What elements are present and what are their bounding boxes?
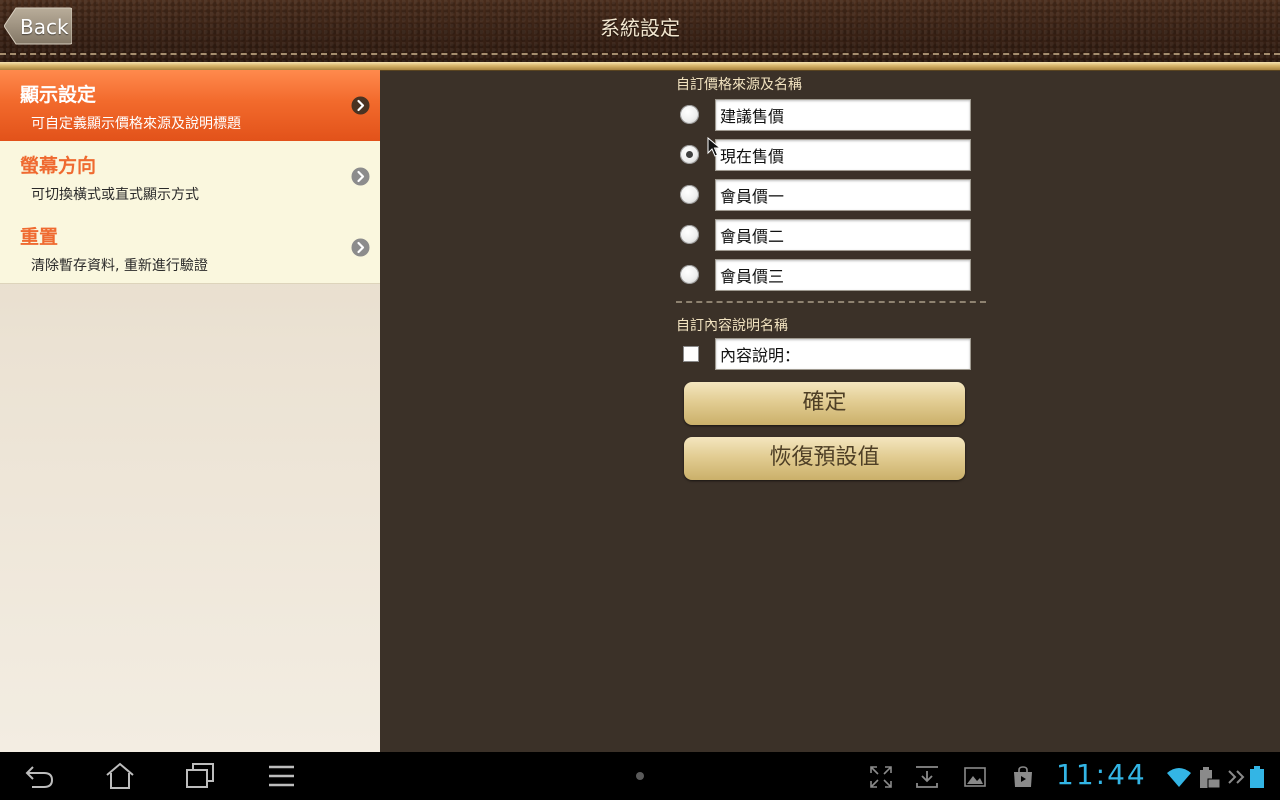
wifi-icon [1167, 768, 1191, 787]
back-button[interactable]: Back [4, 7, 72, 45]
settings-screen: Back 系統設定 顯示設定 可自定義顯示價格來源及說明標題 螢幕方向 可切換橫… [0, 0, 1280, 800]
back-button-label: Back [20, 15, 69, 39]
description-field[interactable] [715, 338, 971, 370]
sidebar: 顯示設定 可自定義顯示價格來源及說明標題 螢幕方向 可切換橫式或直式顯示方式 重… [0, 70, 380, 752]
mouse-cursor-icon [707, 137, 721, 157]
chevron-right-icon [351, 167, 370, 186]
system-navigation-bar: 11:44 [0, 752, 1280, 800]
description-section-label: 自訂內容說明名稱 [676, 318, 788, 334]
price-option-field[interactable] [715, 99, 971, 131]
price-option-radio[interactable] [680, 105, 699, 124]
menu-icon[interactable] [266, 762, 298, 790]
sidebar-item-title: 螢幕方向 [20, 155, 97, 177]
sidebar-item-subtitle: 可自定義顯示價格來源及說明標題 [31, 116, 241, 132]
sidebar-item-subtitle: 可切換橫式或直式顯示方式 [31, 187, 199, 203]
header-stitch-decoration [0, 53, 1280, 55]
section-divider [676, 301, 986, 303]
sidebar-item-screen-orientation[interactable]: 螢幕方向 可切換橫式或直式顯示方式 [0, 141, 380, 213]
battery-icon [1250, 766, 1264, 788]
home-icon[interactable] [104, 762, 136, 790]
restore-defaults-button[interactable]: 恢復預設值 [684, 437, 965, 480]
back-icon[interactable] [24, 762, 56, 790]
sidebar-item-display-settings[interactable]: 顯示設定 可自定義顯示價格來源及說明標題 [0, 70, 380, 142]
description-checkbox[interactable] [683, 346, 699, 362]
price-option-field[interactable] [715, 259, 971, 291]
price-option-field[interactable] [715, 179, 971, 211]
gallery-icon[interactable] [963, 765, 987, 789]
price-option-field[interactable] [715, 219, 971, 251]
keyboard-battery-icon [1200, 767, 1220, 789]
price-option-radio[interactable] [680, 185, 699, 204]
confirm-button[interactable]: 確定 [684, 382, 965, 425]
sidebar-item-title: 重置 [20, 226, 59, 248]
fullscreen-icon[interactable] [869, 765, 893, 789]
recent-apps-icon[interactable] [184, 762, 216, 790]
sidebar-item-title: 顯示設定 [20, 84, 97, 106]
sidebar-item-reset[interactable]: 重置 清除暫存資料, 重新進行驗證 [0, 212, 380, 284]
store-icon[interactable] [1011, 765, 1035, 789]
download-icon[interactable] [915, 765, 939, 789]
clock: 11:44 [1056, 758, 1147, 791]
chevron-right-icon [351, 96, 370, 115]
indicator-dot [636, 772, 644, 780]
chevron-right-icon [351, 238, 370, 257]
sidebar-item-subtitle: 清除暫存資料, 重新進行驗證 [31, 258, 208, 274]
price-section-label: 自訂價格來源及名稱 [676, 77, 802, 93]
price-option-radio[interactable] [680, 265, 699, 284]
price-option-radio[interactable] [680, 145, 699, 164]
title-bar: Back 系統設定 [0, 0, 1280, 64]
page-title: 系統設定 [600, 16, 680, 40]
price-option-field[interactable] [715, 139, 971, 171]
price-option-radio[interactable] [680, 225, 699, 244]
